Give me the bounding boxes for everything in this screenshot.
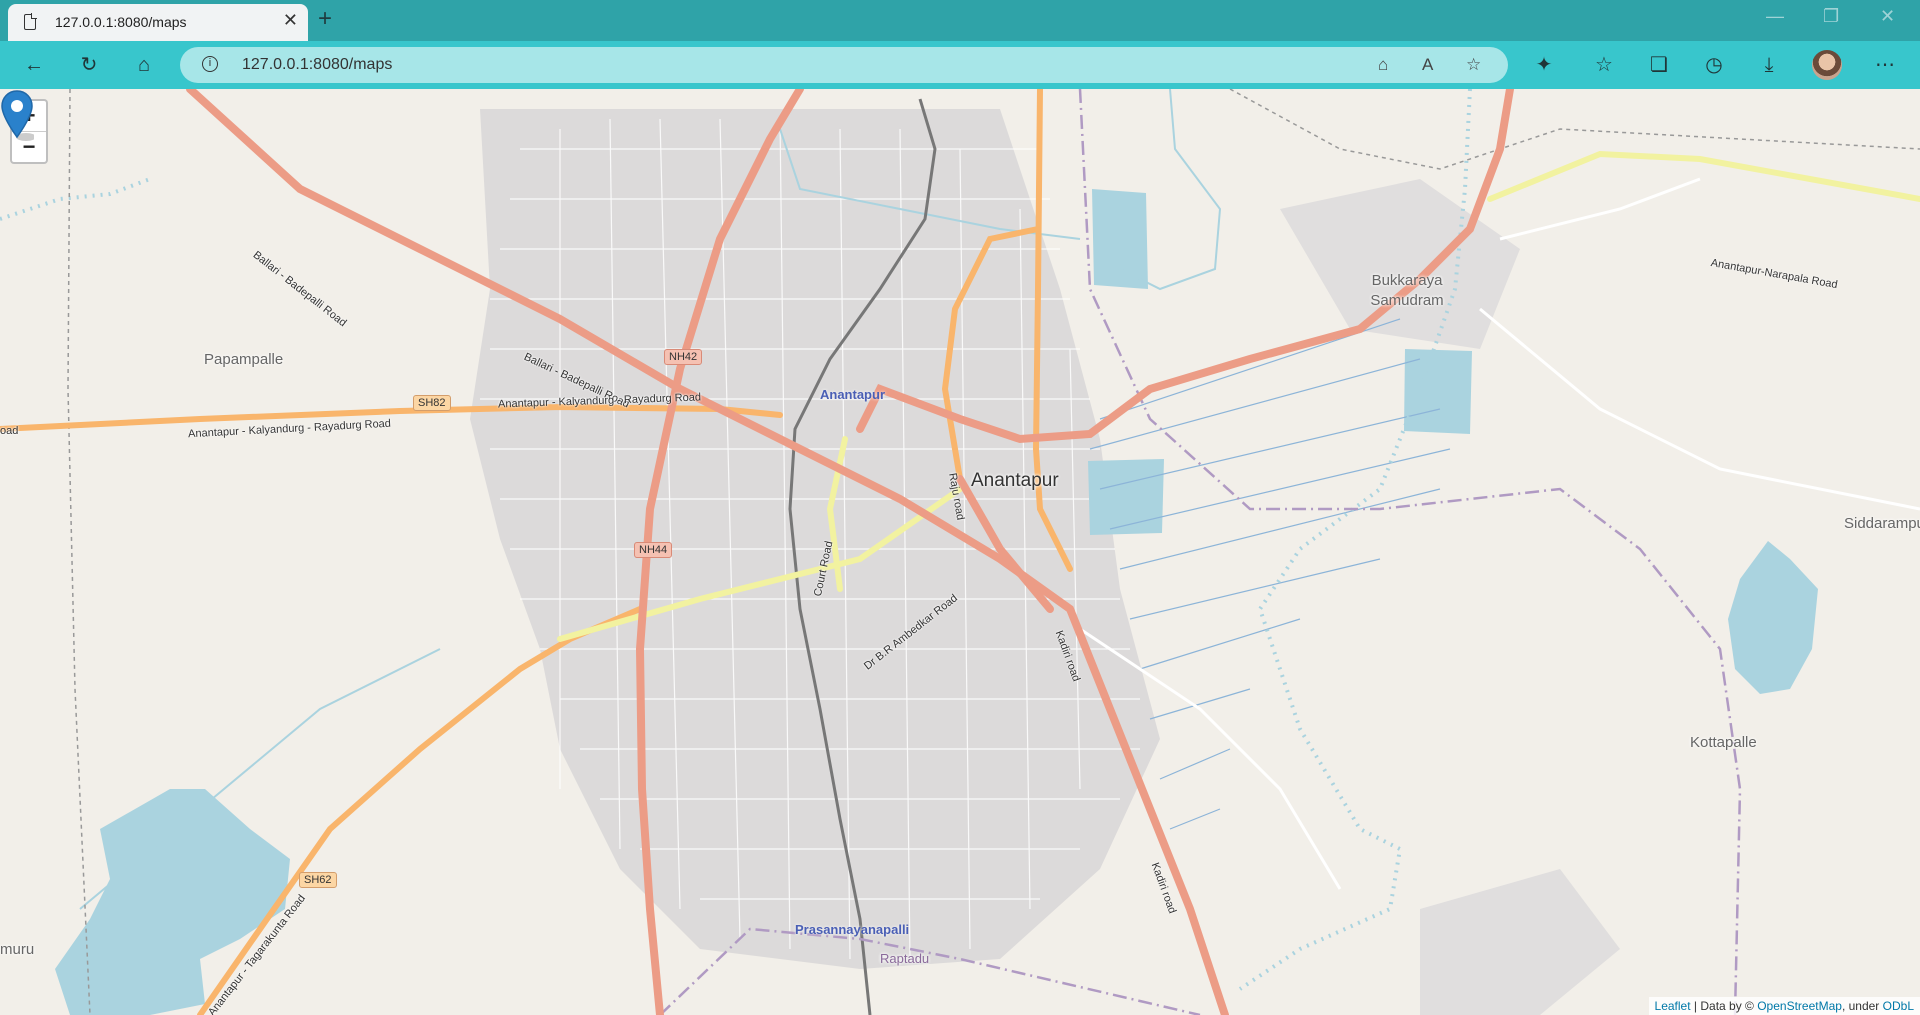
page-icon — [24, 13, 37, 30]
shield-sh62: SH62 — [299, 872, 337, 888]
history-icon[interactable]: ◷ — [1698, 49, 1730, 81]
shield-nh42: NH42 — [664, 349, 703, 365]
place-label-kottapalle: Kottapalle — [1690, 734, 1757, 751]
minimize-button[interactable]: — — [1766, 6, 1784, 27]
close-tab-icon[interactable]: ✕ — [283, 10, 298, 31]
browser-tab[interactable]: 127.0.0.1:8080/maps ✕ — [8, 4, 308, 41]
refresh-button[interactable]: ↻ — [73, 49, 105, 81]
profile-avatar[interactable] — [1812, 50, 1842, 80]
odbl-link[interactable]: ODbL — [1883, 999, 1914, 1013]
url-text[interactable]: 127.0.0.1:8080/maps — [242, 56, 392, 74]
osm-link[interactable]: OpenStreetMap — [1757, 999, 1842, 1013]
attribution-under: , under — [1841, 999, 1883, 1013]
leaflet-link[interactable]: Leaflet — [1655, 999, 1691, 1013]
attribution-text: | Data by © — [1690, 999, 1758, 1013]
map-view[interactable]: + − Anantapur Anantapur Bukkaraya Samudr… — [0, 89, 1920, 1015]
place-label-anantapur: Anantapur — [971, 470, 1059, 491]
tag-icon[interactable]: ⌂ — [1378, 55, 1388, 75]
downloads-icon[interactable]: ⤓ — [1753, 49, 1785, 81]
tab-title: 127.0.0.1:8080/maps — [55, 14, 187, 30]
close-window-button[interactable]: ✕ — [1880, 6, 1895, 27]
place-label-siddarampur: Siddarampur — [1844, 515, 1920, 532]
favorites-icon[interactable]: ☆ — [1588, 49, 1620, 81]
extensions-icon[interactable]: ✦ — [1528, 49, 1560, 81]
road-label-left-edge: oad — [0, 425, 19, 437]
place-label-left-edge: muru — [0, 941, 35, 958]
info-icon[interactable]: i — [202, 56, 218, 72]
tab-bar: 127.0.0.1:8080/maps ✕ + — ❐ ✕ — [0, 0, 1920, 41]
read-aloud-icon[interactable]: A — [1422, 55, 1433, 75]
new-tab-button[interactable]: + — [318, 5, 332, 33]
map-tiles — [0, 89, 1920, 1015]
address-bar[interactable]: i 127.0.0.1:8080/maps ⌂ A ☆ — [180, 47, 1508, 83]
shield-nh44: NH44 — [634, 542, 673, 558]
place-label-anantapur-station: Anantapur — [820, 387, 885, 402]
place-label-raptadu: Raptadu — [880, 951, 930, 966]
collections-icon[interactable]: ❏ — [1643, 49, 1675, 81]
map-attribution: Leaflet | Data by © OpenStreetMap, under… — [1648, 997, 1920, 1015]
home-button[interactable]: ⌂ — [128, 49, 160, 81]
back-button[interactable]: ← — [18, 49, 50, 81]
place-label-prasannayanapalli: Prasannayanapalli — [795, 922, 910, 937]
map-marker-icon[interactable] — [0, 89, 34, 141]
browser-toolbar: ← ↻ ⌂ i 127.0.0.1:8080/maps ⌂ A ☆ ✦ ☆ ❏ … — [0, 41, 1920, 89]
place-label-papampalle: Papampalle — [204, 351, 284, 368]
add-favorite-icon[interactable]: ☆ — [1466, 55, 1481, 75]
restore-button[interactable]: ❐ — [1823, 6, 1839, 27]
place-label-bukkaraya: Bukkaraya Samudram — [1370, 272, 1444, 309]
shield-sh82: SH82 — [413, 395, 451, 411]
more-menu-icon[interactable]: ⋯ — [1869, 49, 1901, 81]
